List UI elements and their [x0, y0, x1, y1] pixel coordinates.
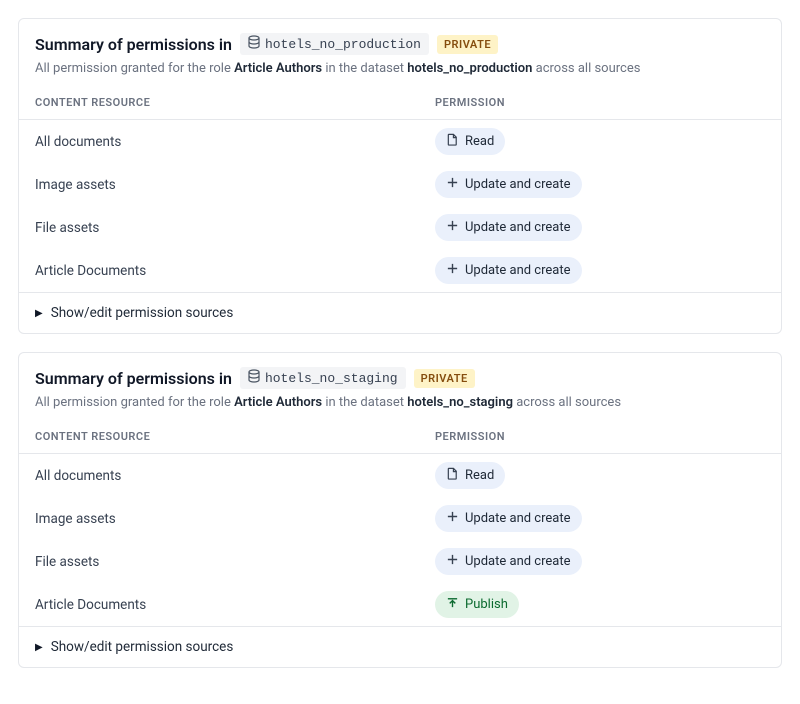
permission-label: Update and create: [465, 511, 571, 526]
plus-icon: [446, 510, 459, 527]
table-row: Article Documents Update and create: [19, 249, 781, 292]
header-resource: CONTENT RESOURCE: [35, 96, 435, 109]
permission-label: Update and create: [465, 177, 571, 192]
permission-chip-update: Update and create: [435, 548, 582, 575]
show-edit-sources-toggle[interactable]: ▶ Show/edit permission sources: [35, 639, 765, 655]
permission-label: Update and create: [465, 220, 571, 235]
panel-header: Summary of permissions in hotels_no_stag…: [19, 353, 781, 420]
permission-chip-read: Read: [435, 462, 505, 489]
dataset-name: hotels_no_staging: [265, 371, 398, 386]
database-icon: [248, 35, 260, 53]
panel-title: Summary of permissions in: [35, 35, 232, 54]
show-edit-sources-toggle[interactable]: ▶ Show/edit permission sources: [35, 305, 765, 321]
permission-chip-update: Update and create: [435, 505, 582, 532]
permission-label: Update and create: [465, 263, 571, 278]
plus-icon: [446, 176, 459, 193]
permission-label: Read: [465, 468, 494, 483]
table-header: CONTENT RESOURCE PERMISSION: [19, 86, 781, 120]
header-permission: PERMISSION: [435, 96, 765, 109]
resource-label: File assets: [35, 554, 99, 570]
table-row: Image assets Update and create: [19, 163, 781, 206]
plus-icon: [446, 553, 459, 570]
permission-label: Read: [465, 134, 494, 149]
role-name: Article Authors: [234, 395, 322, 410]
header-resource: CONTENT RESOURCE: [35, 430, 435, 443]
permission-chip-update: Update and create: [435, 257, 582, 284]
dataset-chip: hotels_no_staging: [240, 367, 406, 389]
private-badge: PRIVATE: [437, 35, 498, 54]
dataset-name: hotels_no_production: [265, 37, 421, 52]
publish-icon: [446, 596, 459, 613]
table-row: All documents Read: [19, 454, 781, 497]
private-badge: PRIVATE: [414, 369, 475, 388]
permissions-panel: Summary of permissions in hotels_no_prod…: [18, 18, 782, 334]
permission-chip-read: Read: [435, 128, 505, 155]
resource-label: Article Documents: [35, 263, 146, 279]
dataset-name-inline: hotels_no_production: [407, 61, 532, 76]
permission-label: Update and create: [465, 554, 571, 569]
table-header: CONTENT RESOURCE PERMISSION: [19, 420, 781, 454]
resource-label: Image assets: [35, 177, 116, 193]
panel-subtitle: All permission granted for the role Arti…: [35, 61, 765, 76]
dataset-name-inline: hotels_no_staging: [407, 395, 513, 410]
chevron-right-icon: ▶: [35, 642, 43, 653]
panel-footer: ▶ Show/edit permission sources: [19, 626, 781, 667]
permissions-table: CONTENT RESOURCE PERMISSION All document…: [19, 86, 781, 292]
document-icon: [446, 133, 459, 150]
permission-chip-update: Update and create: [435, 171, 582, 198]
resource-label: Image assets: [35, 511, 116, 527]
database-icon: [248, 369, 260, 387]
panel-footer: ▶ Show/edit permission sources: [19, 292, 781, 333]
resource-label: Article Documents: [35, 597, 146, 613]
chevron-right-icon: ▶: [35, 308, 43, 319]
table-row: Article Documents Publish: [19, 583, 781, 626]
permissions-panel: Summary of permissions in hotels_no_stag…: [18, 352, 782, 668]
table-row: All documents Read: [19, 120, 781, 163]
header-permission: PERMISSION: [435, 430, 765, 443]
panel-header: Summary of permissions in hotels_no_prod…: [19, 19, 781, 86]
permission-chip-publish: Publish: [435, 591, 519, 618]
plus-icon: [446, 262, 459, 279]
table-row: File assets Update and create: [19, 540, 781, 583]
plus-icon: [446, 219, 459, 236]
panel-title: Summary of permissions in: [35, 369, 232, 388]
document-icon: [446, 467, 459, 484]
resource-label: All documents: [35, 468, 121, 484]
role-name: Article Authors: [234, 61, 322, 76]
permission-chip-update: Update and create: [435, 214, 582, 241]
disclosure-label: Show/edit permission sources: [51, 305, 234, 321]
table-row: File assets Update and create: [19, 206, 781, 249]
resource-label: All documents: [35, 134, 121, 150]
permission-label: Publish: [465, 597, 508, 612]
dataset-chip: hotels_no_production: [240, 33, 429, 55]
resource-label: File assets: [35, 220, 99, 236]
disclosure-label: Show/edit permission sources: [51, 639, 234, 655]
panel-subtitle: All permission granted for the role Arti…: [35, 395, 765, 410]
permissions-table: CONTENT RESOURCE PERMISSION All document…: [19, 420, 781, 626]
table-row: Image assets Update and create: [19, 497, 781, 540]
